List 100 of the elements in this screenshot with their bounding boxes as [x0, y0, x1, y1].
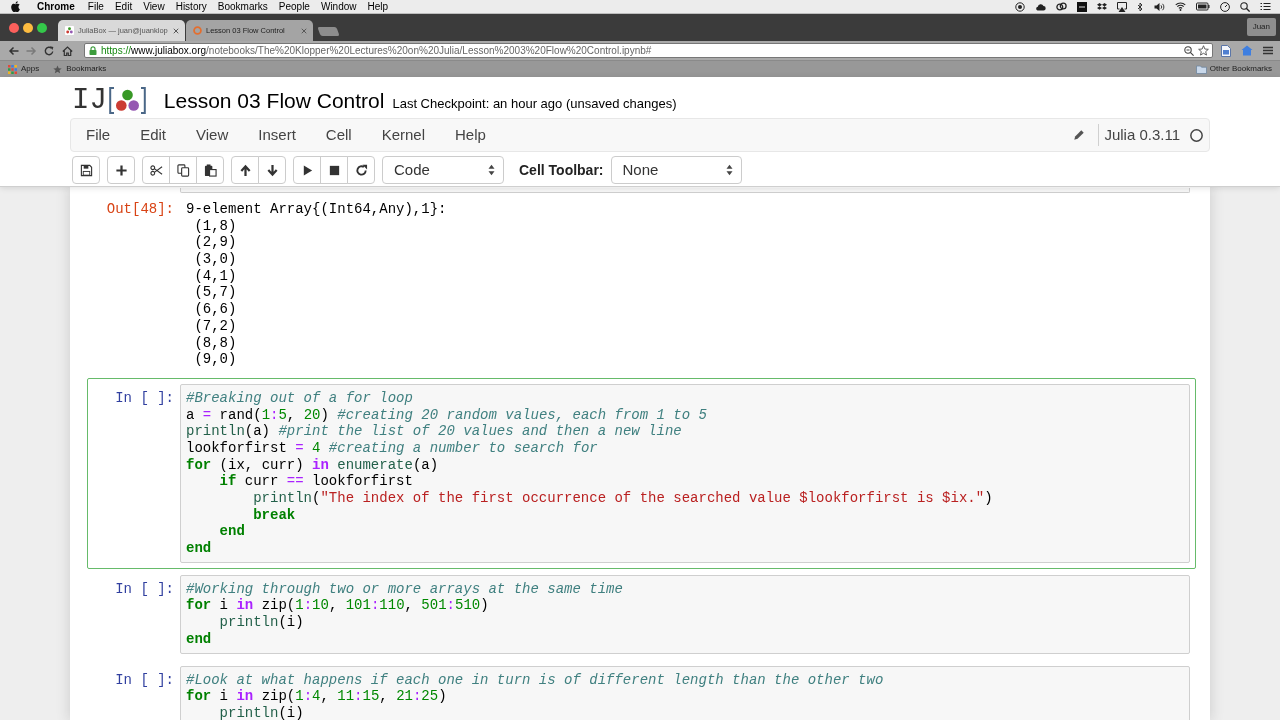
cut-button[interactable] [142, 156, 170, 184]
save-icon [79, 163, 93, 177]
menu-item[interactable]: Kernel [366, 123, 440, 147]
clock-icon[interactable] [1220, 1, 1230, 12]
input-prompt: In [ ]: [115, 580, 174, 598]
menu-item[interactable]: People [278, 1, 310, 12]
menu-icon[interactable] [1263, 46, 1273, 55]
code-editor[interactable]: #Working through two or more arrays at the same time for i in zip(1:10, 101:110, 501:510) println(i) end [180, 574, 1190, 654]
bookmark-folder[interactable]: Other Bookmarks [1195, 64, 1272, 74]
code-line: println(i) [219, 614, 304, 631]
code-line: #Look at what happens if each one in turn is of different length than the other two [186, 671, 884, 689]
star-icon [53, 64, 63, 74]
diamonds-icon[interactable] [1097, 2, 1107, 11]
scissors-icon [149, 163, 163, 177]
folder-icon [1195, 64, 1207, 74]
restart-button[interactable] [347, 156, 375, 184]
stop-icon [327, 163, 341, 177]
menu-item[interactable]: File [87, 1, 104, 12]
save-button[interactable] [72, 156, 100, 184]
arrow-down-icon [265, 163, 279, 177]
volume-icon[interactable] [1154, 1, 1165, 12]
menu-item[interactable]: History [175, 1, 207, 12]
bookmark-link[interactable]: Bookmarks [53, 64, 107, 74]
zoom-out-icon[interactable] [1184, 45, 1194, 56]
menu-item[interactable]: Help [440, 123, 501, 147]
url-text: https://www.juliabox.org/notebooks/The%20Klopper%20Lectures%20on%20Julia/Lesson%2003%20Flow%20Control.ipynb# [101, 45, 652, 56]
new-tab-button[interactable] [317, 27, 340, 36]
app-menu[interactable]: Chrome [37, 1, 75, 12]
up-down-caret-icon [725, 164, 733, 176]
menu-item[interactable]: Window [320, 1, 357, 12]
menu-item[interactable]: File [71, 123, 126, 147]
move-down-button[interactable] [258, 156, 286, 184]
menu-item[interactable]: Insert [243, 123, 311, 147]
lock-icon [89, 46, 97, 55]
bookmark-link[interactable]: Apps [8, 64, 40, 74]
code-line: break [253, 506, 296, 524]
cloud-icon[interactable] [1035, 2, 1046, 11]
window-close-icon[interactable] [9, 22, 19, 33]
output-line: (9,0) [194, 351, 237, 368]
copy-button[interactable] [169, 156, 197, 184]
up-down-caret-icon [488, 164, 495, 176]
code-line: lookforfirst = 4 #creating a number to search for [186, 439, 598, 457]
search-icon[interactable] [1240, 1, 1250, 12]
code-line: end [219, 523, 245, 541]
list-icon[interactable] [1260, 2, 1271, 11]
run-button[interactable] [293, 156, 321, 184]
code-line: if curr == lookforfirst [219, 473, 413, 490]
paste-button[interactable] [196, 156, 224, 184]
code-line: #Breaking out of a for loop [186, 389, 413, 407]
record-icon[interactable] [1015, 1, 1025, 12]
address-bar[interactable]: https://www.juliabox.org/notebooks/The%20Klopper%20Lectures%20on%20Julia/Lesson%2003%20Flow%20Control.ipynb# [84, 43, 1213, 58]
home-icon[interactable] [62, 45, 73, 56]
wifi-icon[interactable] [1175, 2, 1186, 11]
stop-button[interactable] [320, 156, 348, 184]
document-icon[interactable] [1221, 44, 1231, 57]
menu-item[interactable]: Cell [310, 123, 367, 147]
cell-toolbar-label: Cell Toolbar: [519, 160, 604, 180]
code-line: a = rand(1:5, 20) #creating 20 random values, each from 1 to 5 [186, 406, 707, 424]
code-line: for i in zip(1:10, 101:110, 501:510) [186, 597, 489, 615]
code-editor[interactable]: #Look at what happens if each one in turn is of different length than the other two for i in zip(1:4, 11:15, 21:25) println(i) [180, 665, 1190, 720]
display-icon[interactable] [1117, 1, 1127, 12]
square-icon[interactable] [1077, 1, 1087, 12]
menu-item[interactable]: Help [367, 1, 389, 12]
code-line: for i in zip(1:4, 11:15, 21:25) [186, 688, 447, 705]
close-icon[interactable] [173, 27, 179, 34]
output-line: (3,0) [194, 251, 237, 268]
output-line: (6,6) [194, 301, 237, 318]
window-zoom-icon[interactable] [37, 22, 47, 33]
output-line: (7,2) [194, 317, 237, 335]
code-line: end [186, 630, 212, 648]
apple-icon[interactable] [11, 1, 20, 12]
battery-icon[interactable] [1196, 2, 1210, 11]
output-line: (4,1) [194, 267, 237, 285]
cell-toolbar-select[interactable]: None [610, 156, 742, 184]
star-icon[interactable] [1198, 45, 1209, 56]
pencil-icon[interactable] [1073, 129, 1086, 141]
checkpoint-status: Last Checkpoint: an hour ago (unsaved changes) [392, 96, 677, 110]
menu-item[interactable]: Bookmarks [217, 1, 268, 12]
reload-icon[interactable] [44, 45, 55, 56]
circle-icon [1190, 128, 1203, 142]
menu-item[interactable]: Edit [114, 1, 133, 12]
menu-item[interactable]: View [143, 1, 165, 12]
rings-icon[interactable] [1056, 2, 1067, 11]
menu-item[interactable]: View [181, 123, 244, 147]
cell-type-select[interactable]: Code [382, 156, 504, 184]
back-arrow-icon[interactable] [8, 45, 19, 56]
menu-item[interactable]: Edit [125, 123, 182, 147]
bluetooth-icon[interactable] [1137, 1, 1144, 12]
insert-cell-button[interactable] [107, 156, 135, 184]
close-icon[interactable] [301, 27, 307, 34]
output-line: (5,7) [194, 284, 237, 302]
move-up-button[interactable] [231, 156, 259, 184]
output-line: (8,8) [194, 334, 237, 352]
notebook-title[interactable]: Lesson 03 Flow Control [163, 89, 385, 111]
output-line: (1,8) [194, 217, 237, 235]
window-minimize-icon[interactable] [23, 22, 33, 33]
grid-icon [8, 64, 17, 74]
bracketed-dots-icon [108, 86, 146, 114]
input-prompt: In [ ]: [115, 671, 174, 689]
profile-button[interactable]: Juan [1246, 18, 1276, 36]
